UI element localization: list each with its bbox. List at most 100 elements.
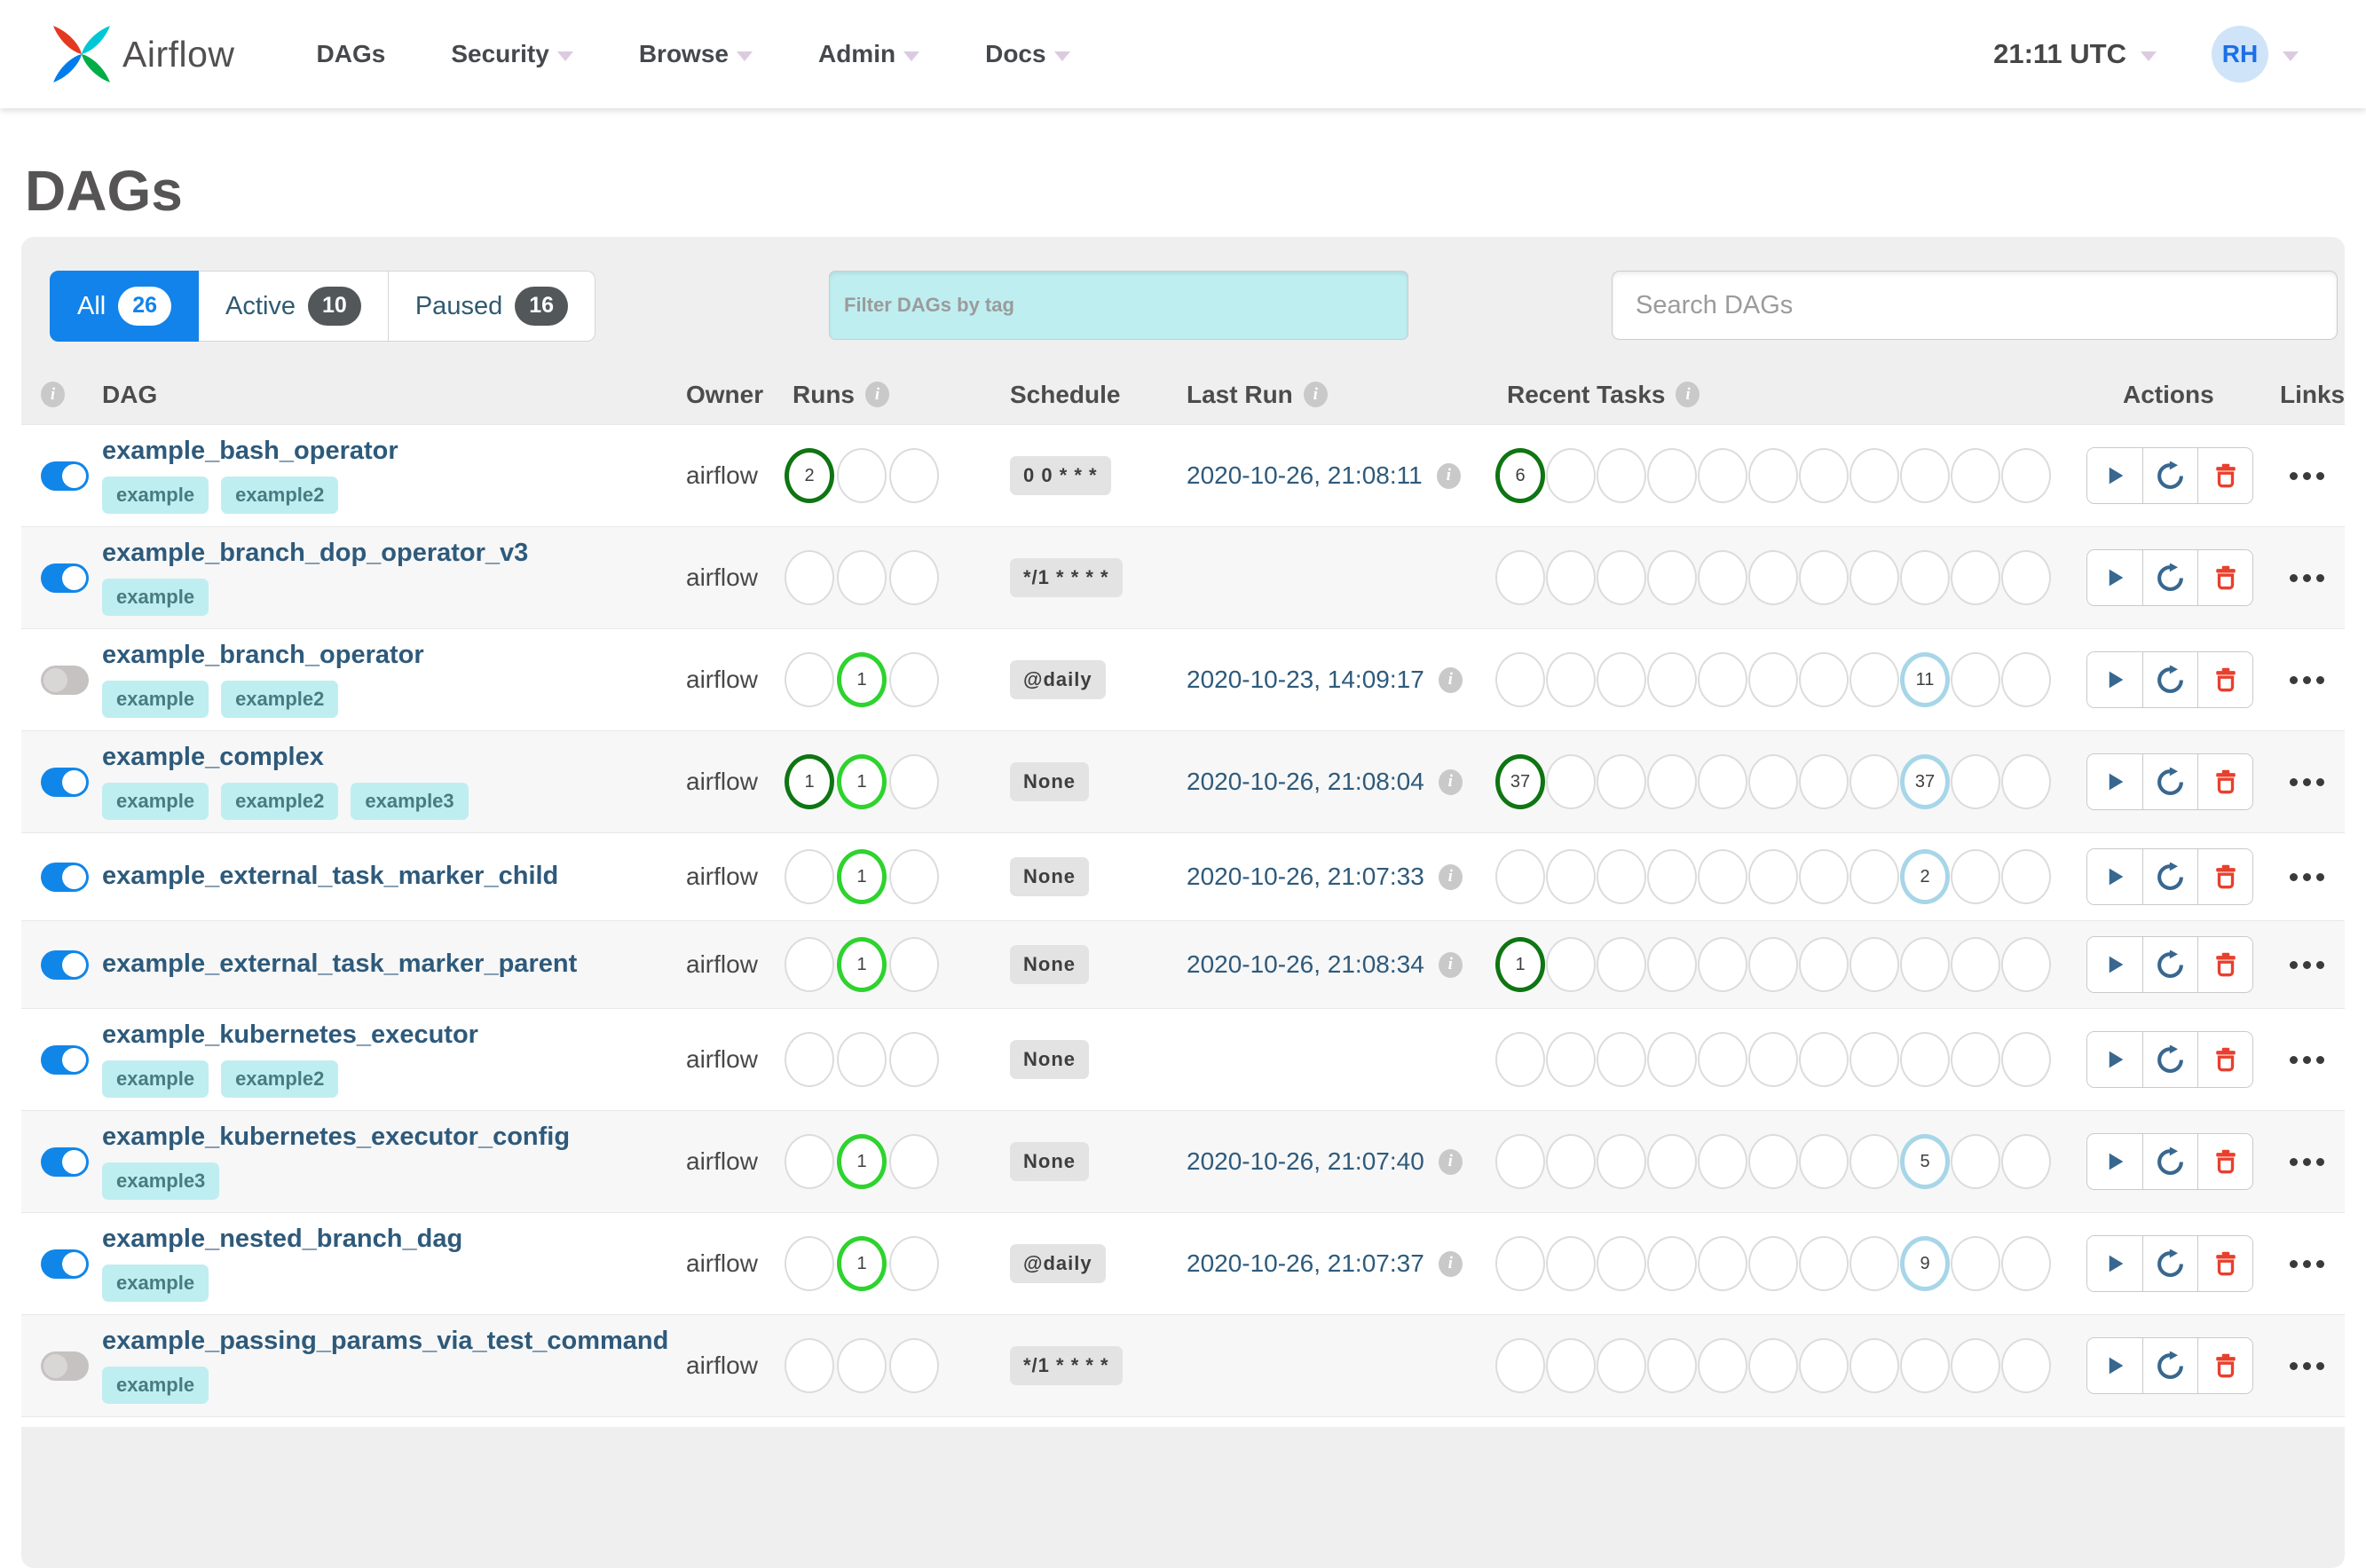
task-status-circle-empty[interactable] — [2001, 1134, 2051, 1189]
task-status-circle-empty[interactable] — [1799, 754, 1849, 809]
run-status-circle-running[interactable]: 1 — [837, 1134, 887, 1189]
refresh-dag-button[interactable] — [2142, 448, 2197, 503]
task-status-circle-empty[interactable] — [1597, 1338, 1646, 1393]
task-status-circle-empty[interactable] — [2001, 937, 2051, 992]
trigger-dag-button[interactable] — [2087, 937, 2142, 992]
task-status-circle-empty[interactable] — [1748, 448, 1798, 503]
task-status-circle-empty[interactable] — [1799, 448, 1849, 503]
dag-tag[interactable]: example2 — [221, 681, 339, 719]
run-status-circle-empty[interactable] — [889, 1032, 939, 1087]
task-status-circle-empty[interactable] — [1597, 652, 1646, 707]
dag-tag[interactable]: example2 — [221, 1060, 339, 1099]
task-status-circle-empty[interactable] — [1597, 1032, 1646, 1087]
trigger-dag-button[interactable] — [2087, 849, 2142, 904]
delete-dag-button[interactable] — [2197, 1338, 2252, 1393]
delete-dag-button[interactable] — [2197, 1236, 2252, 1291]
task-status-circle-empty[interactable] — [1698, 1236, 1747, 1291]
task-status-circle-empty[interactable] — [1799, 937, 1849, 992]
run-status-circle-empty[interactable] — [785, 1134, 834, 1189]
dag-tag[interactable]: example — [102, 1367, 209, 1405]
task-status-circle-empty[interactable] — [1698, 1134, 1747, 1189]
task-status-circle-empty[interactable] — [1748, 1338, 1798, 1393]
run-status-circle-empty[interactable] — [889, 652, 939, 707]
task-status-circle-empty[interactable] — [2001, 1236, 2051, 1291]
task-status-circle-none[interactable]: 37 — [1900, 754, 1950, 809]
run-status-circle-empty[interactable] — [889, 448, 939, 503]
run-status-circle-running[interactable]: 1 — [837, 754, 887, 809]
task-status-circle-success[interactable]: 37 — [1495, 754, 1545, 809]
task-status-circle-empty[interactable] — [1546, 1338, 1596, 1393]
task-status-circle-empty[interactable] — [1495, 1134, 1545, 1189]
links-menu-button[interactable] — [2290, 471, 2324, 480]
delete-dag-button[interactable] — [2197, 550, 2252, 605]
task-status-circle-success[interactable]: 6 — [1495, 448, 1545, 503]
run-status-circle-empty[interactable] — [837, 1338, 887, 1393]
task-status-circle-empty[interactable] — [1647, 550, 1697, 605]
dag-tag[interactable]: example2 — [221, 783, 339, 821]
col-header-runs[interactable]: Runs i — [793, 365, 889, 424]
utc-clock[interactable]: 21:11 UTC — [1993, 38, 2126, 70]
task-status-circle-empty[interactable] — [1799, 1032, 1849, 1087]
task-status-circle-empty[interactable] — [1647, 1236, 1697, 1291]
col-header-recent-tasks[interactable]: Recent Tasks i — [1507, 365, 1700, 424]
trigger-dag-button[interactable] — [2087, 1338, 2142, 1393]
dag-link[interactable]: example_kubernetes_executor_config — [102, 1123, 570, 1152]
dag-tag[interactable]: example3 — [102, 1162, 220, 1201]
run-status-circle-empty[interactable] — [889, 1134, 939, 1189]
dag-link[interactable]: example_external_task_marker_child — [102, 862, 558, 891]
task-status-circle-empty[interactable] — [1495, 550, 1545, 605]
col-header-dag[interactable]: DAG — [102, 365, 157, 424]
task-status-circle-none[interactable]: 2 — [1900, 849, 1950, 904]
trigger-dag-button[interactable] — [2087, 550, 2142, 605]
task-status-circle-empty[interactable] — [1647, 754, 1697, 809]
task-status-circle-empty[interactable] — [1900, 550, 1950, 605]
task-status-circle-empty[interactable] — [1951, 1338, 2000, 1393]
last-run-link[interactable]: 2020-10-23, 14:09:17 — [1187, 666, 1424, 694]
task-status-circle-empty[interactable] — [1849, 1032, 1899, 1087]
trigger-dag-button[interactable] — [2087, 754, 2142, 809]
dag-pause-toggle[interactable] — [41, 563, 89, 593]
task-status-circle-empty[interactable] — [1546, 1134, 1596, 1189]
run-status-circle-running[interactable]: 1 — [837, 937, 887, 992]
dag-tag[interactable]: example — [102, 477, 209, 515]
run-status-circle-empty[interactable] — [889, 550, 939, 605]
links-menu-button[interactable] — [2290, 1055, 2324, 1064]
task-status-circle-empty[interactable] — [1799, 1338, 1849, 1393]
dag-link[interactable]: example_branch_dop_operator_v3 — [102, 539, 528, 568]
dag-tag[interactable]: example3 — [351, 783, 469, 821]
avatar[interactable]: RH — [2212, 26, 2268, 83]
task-status-circle-empty[interactable] — [1495, 1236, 1545, 1291]
task-status-circle-empty[interactable] — [1951, 1236, 2000, 1291]
dag-tag[interactable]: example2 — [221, 477, 339, 515]
run-status-circle-running[interactable]: 1 — [837, 849, 887, 904]
task-status-circle-empty[interactable] — [1546, 937, 1596, 992]
run-status-circle-empty[interactable] — [837, 1032, 887, 1087]
dag-link[interactable]: example_external_task_marker_parent — [102, 949, 577, 979]
task-status-circle-empty[interactable] — [2001, 652, 2051, 707]
task-status-circle-empty[interactable] — [1951, 448, 2000, 503]
dag-pause-toggle[interactable] — [41, 949, 89, 980]
dag-pause-toggle[interactable] — [41, 1044, 89, 1075]
col-header-schedule[interactable]: Schedule — [1010, 365, 1120, 424]
task-status-circle-empty[interactable] — [1900, 1338, 1950, 1393]
refresh-dag-button[interactable] — [2142, 652, 2197, 707]
filter-tags-input[interactable] — [829, 271, 1408, 340]
task-status-circle-empty[interactable] — [1900, 448, 1950, 503]
task-status-circle-empty[interactable] — [1698, 1032, 1747, 1087]
refresh-dag-button[interactable] — [2142, 754, 2197, 809]
task-status-circle-empty[interactable] — [2001, 849, 2051, 904]
task-status-circle-empty[interactable] — [1951, 849, 2000, 904]
run-status-circle-empty[interactable] — [785, 652, 834, 707]
tab-paused[interactable]: Paused 16 — [388, 271, 596, 342]
task-status-circle-empty[interactable] — [1597, 550, 1646, 605]
run-status-circle-running[interactable]: 1 — [837, 652, 887, 707]
dag-pause-toggle[interactable] — [41, 1351, 89, 1381]
task-status-circle-empty[interactable] — [1799, 849, 1849, 904]
trigger-dag-button[interactable] — [2087, 652, 2142, 707]
last-run-link[interactable]: 2020-10-26, 21:07:33 — [1187, 863, 1424, 891]
trigger-dag-button[interactable] — [2087, 448, 2142, 503]
delete-dag-button[interactable] — [2197, 652, 2252, 707]
task-status-circle-empty[interactable] — [1849, 937, 1899, 992]
task-status-circle-empty[interactable] — [1495, 652, 1545, 707]
links-menu-button[interactable] — [2290, 675, 2324, 684]
